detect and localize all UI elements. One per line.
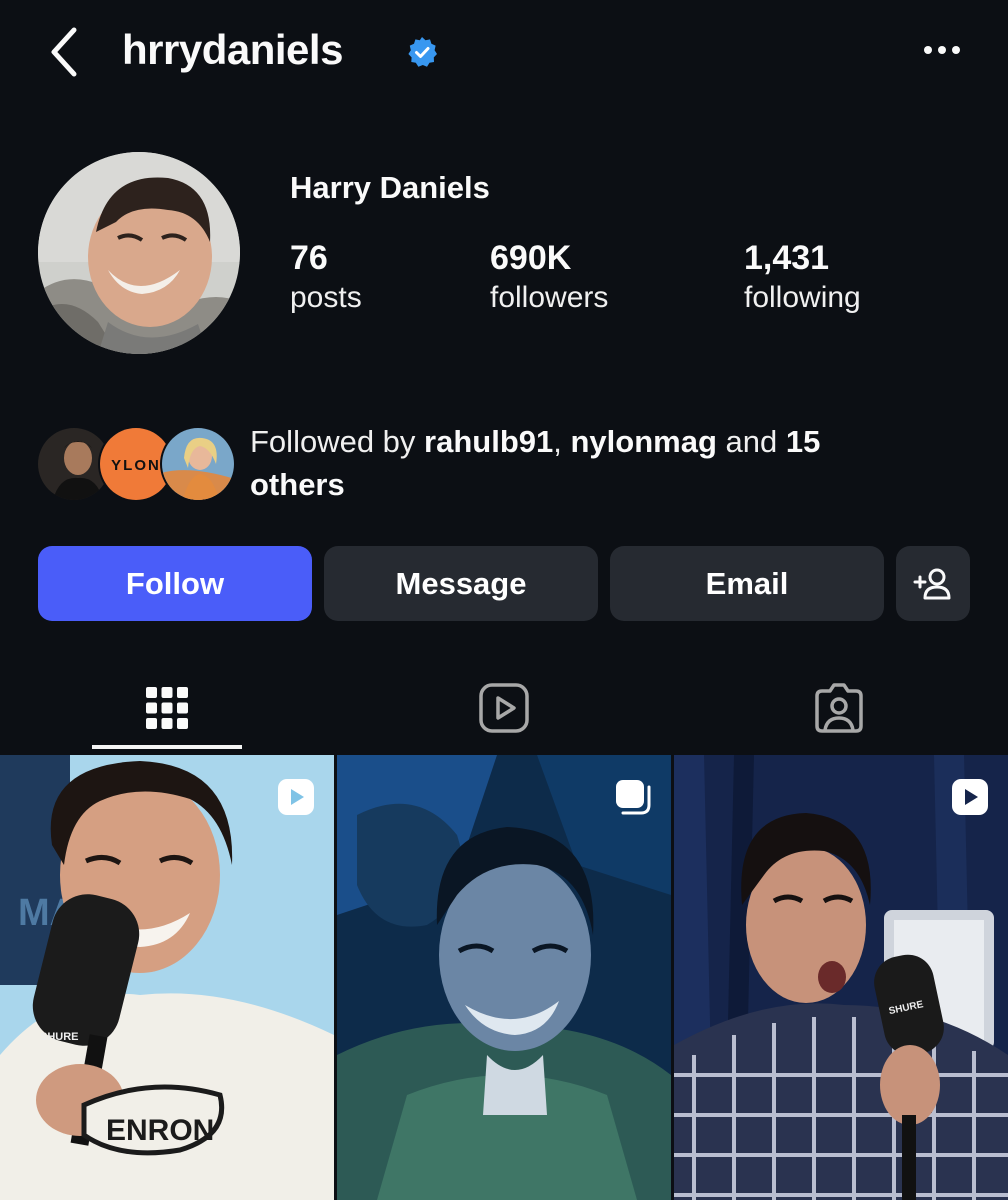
posts-stat[interactable]: 76 posts — [290, 238, 362, 318]
top-navigation-bar: hrrydaniels — [0, 0, 1008, 110]
posts-label: posts — [290, 281, 362, 314]
reel-play-icon — [276, 777, 316, 817]
grid-post-2[interactable] — [337, 755, 671, 1200]
followed-by-separator: , — [553, 424, 571, 459]
following-stat[interactable]: 1,431 following — [744, 238, 861, 318]
grid-post-3[interactable]: SHURE — [674, 755, 1008, 1200]
mutual-user-1[interactable]: rahulb91 — [424, 424, 553, 459]
followed-by-and: and — [716, 424, 786, 459]
more-options-button[interactable] — [918, 30, 966, 70]
back-button[interactable] — [40, 22, 90, 82]
profile-display-name: Harry Daniels — [290, 170, 490, 205]
follow-button[interactable]: Follow — [38, 546, 312, 621]
profile-username: hrrydaniels — [122, 26, 343, 73]
more-horizontal-icon — [924, 46, 960, 54]
posts-count: 76 — [290, 239, 328, 277]
followers-count: 690K — [490, 239, 572, 277]
profile-tabs — [0, 660, 1008, 755]
tab-reels[interactable] — [429, 660, 579, 755]
following-count: 1,431 — [744, 239, 830, 277]
reels-icon — [479, 682, 529, 733]
carousel-icon — [613, 777, 653, 817]
followed-by-text[interactable]: Followed by rahulb91, nylonmag and 15 oth… — [250, 420, 950, 506]
post-1-shirt-text: ENRON — [106, 1114, 214, 1147]
followed-by-prefix: Followed by — [250, 424, 425, 459]
chevron-left-icon — [51, 27, 77, 77]
mutual-others-label[interactable]: others — [250, 467, 345, 502]
tagged-person-icon — [815, 682, 863, 733]
mutual-followers-avatars[interactable]: YLON — [38, 424, 238, 504]
following-label: following — [744, 281, 861, 314]
mutual-user-2[interactable]: nylonmag — [570, 424, 716, 459]
mutual-avatar-2-text: YLON — [111, 457, 161, 474]
tab-posts-grid[interactable] — [92, 660, 242, 755]
grid-icon — [146, 686, 188, 729]
email-button[interactable]: Email — [610, 546, 884, 621]
grid-post-1[interactable]: MAL SHURE ENRON — [0, 755, 334, 1200]
mutual-avatar-3 — [162, 428, 234, 500]
add-person-icon — [913, 568, 951, 599]
posts-grid: MAL SHURE ENRON — [0, 755, 1008, 1200]
post-1-mic-text: SHURE — [40, 1031, 79, 1043]
active-tab-indicator — [92, 745, 242, 749]
mutual-others-count[interactable]: 15 — [786, 424, 820, 459]
message-button[interactable]: Message — [324, 546, 598, 621]
verified-badge-icon — [406, 36, 438, 68]
suggested-users-button[interactable] — [896, 546, 970, 621]
reel-play-icon — [950, 777, 990, 817]
followers-label: followers — [490, 281, 609, 314]
followers-stat[interactable]: 690K followers — [490, 238, 608, 318]
tab-tagged[interactable] — [764, 660, 914, 755]
profile-avatar[interactable] — [38, 152, 240, 354]
